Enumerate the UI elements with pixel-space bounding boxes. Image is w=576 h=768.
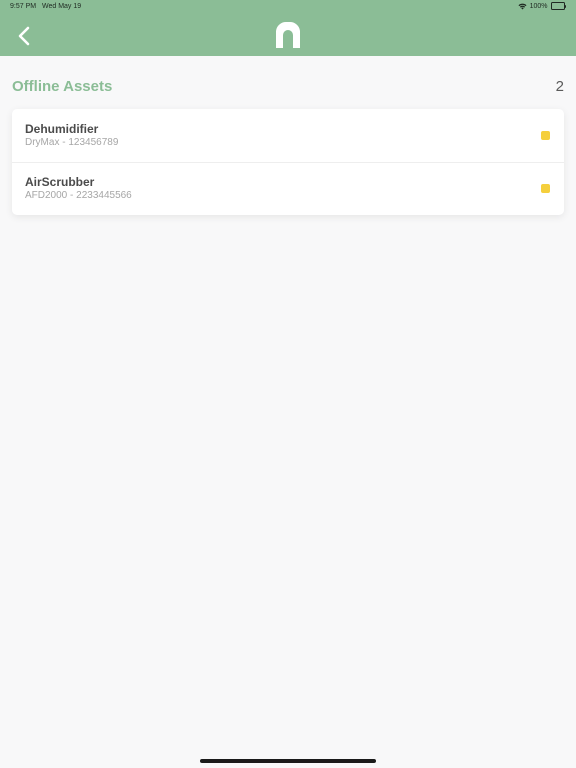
chevron-left-icon: [18, 26, 30, 46]
status-bar: 9:57 PM Wed May 19 100%: [0, 0, 576, 14]
asset-detail: AFD2000 - 2233445566: [25, 190, 132, 201]
section-title: Offline Assets: [12, 78, 113, 95]
asset-count: 2: [555, 78, 564, 95]
status-indicator: [541, 131, 550, 140]
asset-detail: DryMax - 123456789: [25, 137, 119, 148]
asset-name: Dehumidifier: [25, 122, 99, 136]
app-screen: 9:57 PM Wed May 19 100% Offline Assets 2…: [0, 0, 576, 768]
back-button[interactable]: [14, 24, 36, 48]
status-date: Wed May 19: [42, 3, 82, 10]
wifi-icon: [518, 3, 527, 9]
status-indicator: [541, 184, 550, 193]
battery-icon: [550, 2, 566, 10]
header-bar: 9:57 PM Wed May 19 100%: [0, 0, 576, 56]
arch-logo-icon: [276, 22, 300, 48]
status-time: 9:57 PM: [10, 3, 37, 10]
battery-percent: 100%: [529, 2, 548, 10]
asset-row-airscrubber[interactable]: AirScrubber AFD2000 - 2233445566: [12, 162, 564, 215]
asset-row-dehumidifier[interactable]: Dehumidifier DryMax - 123456789: [12, 109, 564, 163]
asset-list-card: Dehumidifier DryMax - 123456789 AirScrub…: [12, 109, 564, 215]
status-right: 100%: [518, 2, 566, 10]
asset-name: AirScrubber: [25, 175, 95, 189]
home-indicator[interactable]: [200, 759, 376, 763]
